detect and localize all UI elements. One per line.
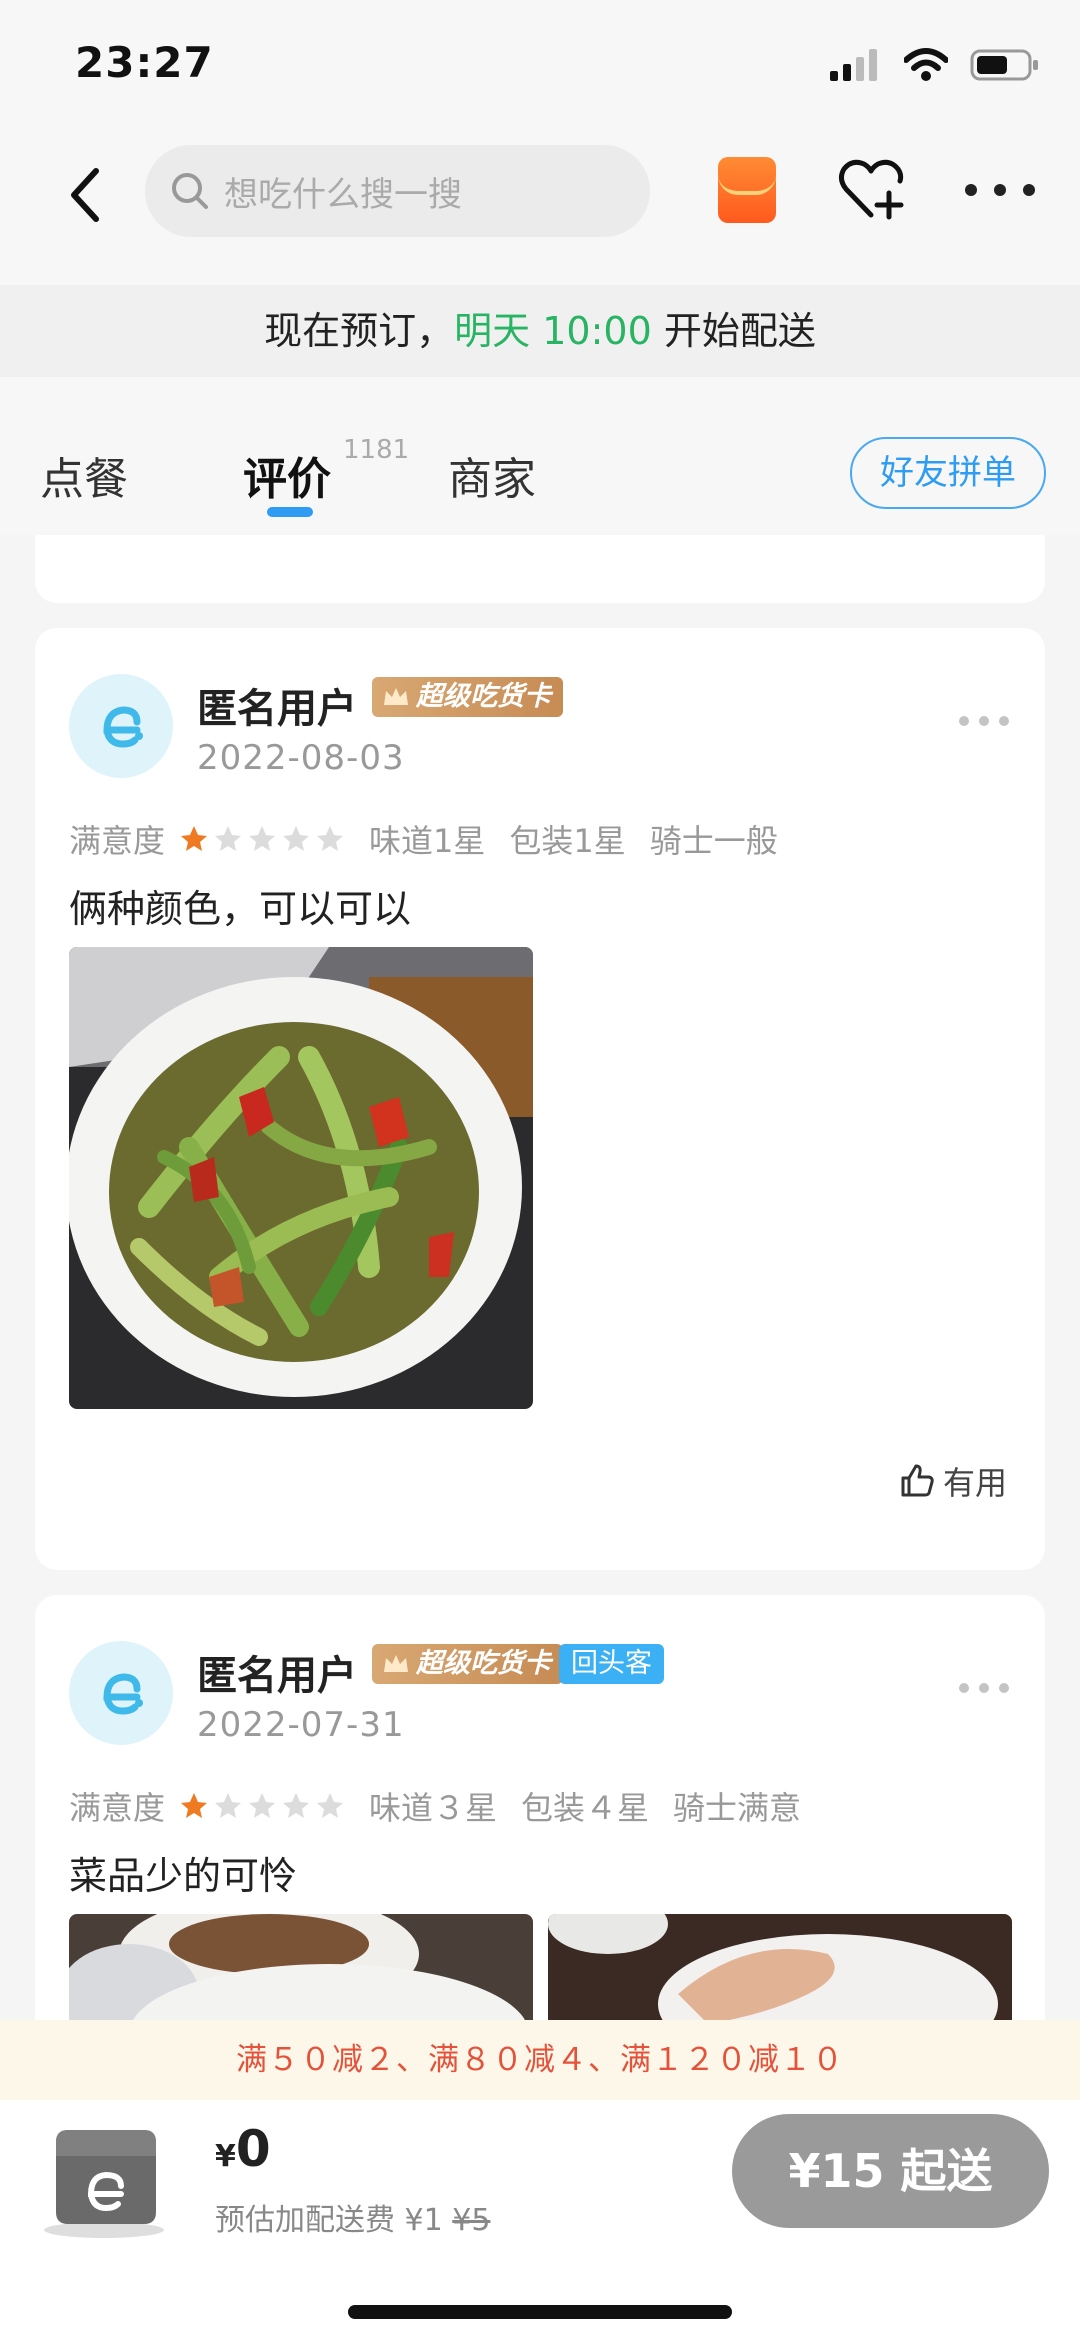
vip-badge: 超级吃货卡 — [372, 1644, 563, 1684]
delivery-fee-original: ¥5 — [452, 2203, 491, 2238]
dot-icon — [979, 1683, 989, 1693]
thumbs-up-icon — [901, 1464, 934, 1497]
battery-icon — [970, 49, 1038, 81]
star-empty-icon — [215, 826, 242, 851]
star-empty-icon — [283, 826, 310, 851]
tab-merchant[interactable]: 商家 — [448, 443, 536, 507]
review-date: 2022-07-31 — [197, 1705, 405, 1745]
notice-time: 明天 10:00 — [454, 309, 652, 353]
tab-review[interactable]: 评价 1181 — [243, 435, 409, 507]
packaging-rating: 包装４星 — [521, 1789, 650, 1827]
notice-prefix: 现在预订， — [264, 309, 455, 353]
cart-box-icon[interactable] — [26, 2112, 176, 2242]
crown-icon — [384, 1655, 408, 1672]
star-filled-icon — [181, 1793, 208, 1818]
eleme-logo-icon — [103, 1673, 143, 1715]
promotion-banner[interactable]: 满５０减２、满８０减４、满１２０减１０ — [0, 2020, 1080, 2100]
star-empty-icon — [249, 826, 276, 851]
packaging-rating: 包装1星 — [509, 822, 626, 860]
top-nav: 想吃什么搜一搜 — [0, 130, 1080, 285]
cart-total: ¥0 — [215, 2120, 271, 2178]
cart-bar: ¥0 预估加配送费 ¥1 ¥5 ¥15 起送 — [0, 2100, 1080, 2339]
chevron-left-icon — [71, 168, 99, 222]
rider-rating: 骑士一般 — [649, 822, 778, 860]
tab-review-label: 评价 — [243, 454, 331, 505]
active-tab-indicator — [267, 507, 313, 517]
avatar[interactable] — [69, 674, 173, 778]
delivery-fee: 预估加配送费 ¥1 ¥5 — [215, 2195, 490, 2239]
food-photo-green-beans — [69, 947, 533, 1409]
vip-badge-label: 超级吃货卡 — [416, 1648, 551, 1679]
previous-review-card — [35, 535, 1045, 603]
avatar[interactable] — [69, 1641, 173, 1745]
star-empty-icon — [215, 1793, 242, 1818]
useful-label: 有用 — [942, 1464, 1007, 1502]
crown-icon — [384, 688, 408, 705]
review-card: 匿名用户 超级吃货卡 2022-08-03 满意度 味道1星 包装1星 骑士一般… — [35, 628, 1045, 1570]
useful-button[interactable]: 有用 — [899, 1458, 1007, 1504]
satisfaction-label: 满意度 — [69, 822, 166, 860]
dot-icon — [994, 184, 1006, 196]
star-empty-icon — [317, 1793, 344, 1818]
favorite-button[interactable] — [836, 155, 906, 225]
star-empty-icon — [249, 1793, 276, 1818]
search-input[interactable]: 想吃什么搜一搜 — [145, 145, 650, 237]
taste-rating: 味道３星 — [369, 1789, 498, 1827]
star-empty-icon — [283, 1793, 310, 1818]
wifi-icon — [904, 48, 948, 81]
review-more-button[interactable] — [959, 1683, 1009, 1695]
vip-badge-label: 超级吃货卡 — [416, 681, 551, 712]
rider-rating: 骑士满意 — [673, 1789, 802, 1827]
dot-icon — [979, 716, 989, 726]
eleme-logo-icon — [103, 706, 143, 748]
app-screen: 23:27 想吃什么搜一搜 现在预订，明天 10:00 开始配送 点餐 评价 1… — [0, 0, 1080, 2339]
status-time: 23:27 — [75, 38, 214, 87]
dot-icon — [959, 1683, 969, 1693]
review-count: 1181 — [343, 435, 410, 465]
min-order-button[interactable]: ¥15 起送 — [732, 2114, 1049, 2228]
satisfaction-label: 满意度 — [69, 1789, 166, 1827]
rating-row: 满意度 味道1星 包装1星 骑士一般 — [69, 816, 802, 862]
star-empty-icon — [317, 826, 344, 851]
star-rating — [179, 1791, 345, 1821]
username: 匿名用户 — [197, 686, 357, 732]
review-text: 菜品少的可怜 — [69, 1854, 298, 1898]
review-photo[interactable] — [69, 947, 533, 1409]
tab-order[interactable]: 点餐 — [40, 443, 128, 507]
signal-icon — [830, 49, 877, 81]
eleme-box-icon — [44, 2130, 164, 2238]
home-indicator — [348, 2305, 732, 2319]
review-date: 2022-08-03 — [197, 738, 405, 778]
review-text: 俩种颜色，可以可以 — [69, 887, 412, 931]
tab-bar: 点餐 评价 1181 商家 好友拼单 — [0, 377, 1080, 535]
star-filled-icon — [181, 826, 208, 851]
search-placeholder: 想吃什么搜一搜 — [224, 174, 462, 215]
dot-icon — [999, 1683, 1009, 1693]
red-packet-icon[interactable] — [718, 157, 776, 223]
review-more-button[interactable] — [959, 716, 1009, 728]
cart-amount: 0 — [235, 2120, 271, 2178]
group-order-button[interactable]: 好友拼单 — [850, 437, 1046, 509]
delivery-fee-text: 预估加配送费 ¥1 — [215, 2203, 453, 2238]
delivery-notice: 现在预订，明天 10:00 开始配送 — [0, 285, 1080, 377]
currency-symbol: ¥ — [215, 2139, 236, 2174]
returning-customer-badge: 回头客 — [559, 1644, 664, 1684]
username: 匿名用户 — [197, 1653, 357, 1699]
notice-suffix: 开始配送 — [651, 309, 816, 353]
back-button[interactable] — [55, 160, 115, 230]
taste-rating: 味道1星 — [369, 822, 486, 860]
dot-icon — [1023, 184, 1035, 196]
search-icon — [172, 173, 208, 209]
rating-row: 满意度 味道３星 包装４星 骑士满意 — [69, 1783, 825, 1829]
dot-icon — [999, 716, 1009, 726]
vip-badge: 超级吃货卡 — [372, 677, 563, 717]
more-options-button[interactable] — [965, 180, 1035, 200]
star-rating — [179, 824, 345, 854]
dot-icon — [965, 184, 977, 196]
heart-plus-icon — [838, 159, 904, 220]
status-bar: 23:27 — [0, 0, 1080, 130]
status-icons — [830, 48, 1040, 82]
dot-icon — [959, 716, 969, 726]
